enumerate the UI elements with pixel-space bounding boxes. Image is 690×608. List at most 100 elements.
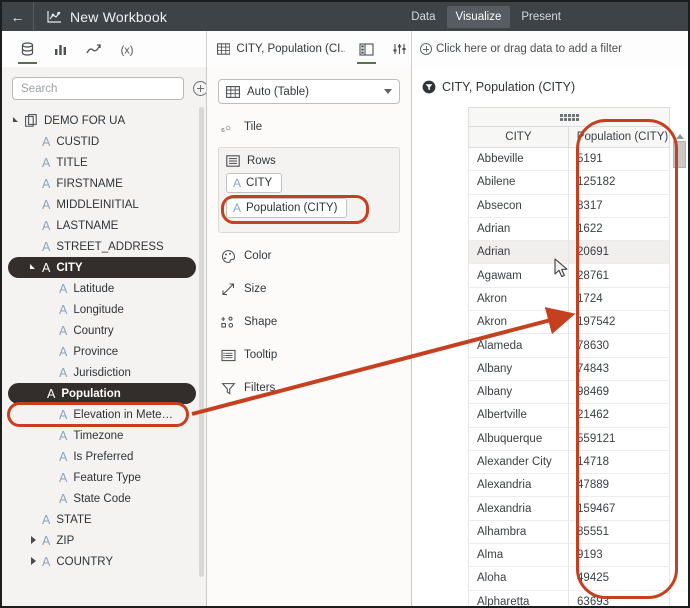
text-field-glyph: A <box>59 428 68 443</box>
table-row[interactable]: Abbeville 5191 <box>468 148 670 172</box>
field-node-middleinitial[interactable]: A MIDDLEINITIAL <box>2 194 206 215</box>
pill-population-city-label: Population (CITY) <box>246 202 338 214</box>
cell-city: Akron <box>468 287 569 312</box>
table-row[interactable]: Adrian 1622 <box>468 217 670 242</box>
cell-population: 14718 <box>568 450 670 475</box>
caret-down-icon[interactable] <box>30 263 39 272</box>
shelf-tooltip-label: Tooltip <box>244 349 278 361</box>
shelf-shape[interactable]: Shape <box>221 312 411 332</box>
text-field-glyph: A <box>42 176 51 191</box>
shelf-tile[interactable]: ₆○ Tile <box>221 117 411 137</box>
field-node-demo-for-ua[interactable]: DEMO FOR UA <box>2 110 206 131</box>
filter-hint[interactable]: Click here or drag data to add a filter <box>420 43 622 55</box>
table-row[interactable]: Albertville 21462 <box>468 404 670 428</box>
table-row[interactable]: Alexandria 47889 <box>468 474 670 498</box>
field-node-latitude[interactable]: A Latitude <box>2 278 206 299</box>
field-node-elevation-in-mete[interactable]: A Elevation in Mete… <box>2 404 206 425</box>
settings-sliders-icon[interactable] <box>386 31 413 67</box>
filter-shelf[interactable]: Click here or drag data to add a filter <box>412 31 688 67</box>
field-node-state[interactable]: A STATE <box>2 509 206 530</box>
shelf-filters-label: Filters <box>244 382 276 394</box>
field-node-province[interactable]: A Province <box>2 341 206 362</box>
table-row[interactable]: Alma 9193 <box>468 544 670 568</box>
tile-icon: ₆○ <box>221 123 231 134</box>
table-row[interactable]: Akron 197542 <box>468 311 670 335</box>
field-node-country[interactable]: A Country <box>2 320 206 341</box>
svg-text:(x): (x) <box>120 44 133 56</box>
shelf-filters[interactable]: Filters <box>221 378 411 398</box>
filter-funnel-icon <box>221 382 236 395</box>
cell-population: 85551 <box>568 520 670 545</box>
marks-shelf-panel: Auto (Table) ₆○ Tile Rows A CITY A Popul… <box>207 67 412 606</box>
mark-type-select[interactable]: Auto (Table) <box>218 79 400 104</box>
shelf-tooltip[interactable]: Tooltip <box>221 345 411 365</box>
field-node-state-code[interactable]: A State Code <box>2 488 206 509</box>
table-row[interactable]: Adrian 20691 <box>468 241 670 265</box>
table-row[interactable]: Aloha 49425 <box>468 567 670 591</box>
rows-icon <box>226 155 240 167</box>
field-node-jurisdiction[interactable]: A Jurisdiction <box>2 362 206 383</box>
table-row[interactable]: Albany 74843 <box>468 357 670 381</box>
sheet-tab[interactable]: CITY, Population (CI... <box>217 31 345 67</box>
text-field-glyph: A <box>59 449 68 464</box>
trend-line-icon[interactable] <box>80 31 107 67</box>
field-node-custid[interactable]: A CUSTID <box>2 131 206 152</box>
text-field-glyph: A <box>42 134 51 149</box>
field-node-firstname[interactable]: A FIRSTNAME <box>2 173 206 194</box>
nav-tab-visualize[interactable]: Visualize <box>446 5 511 28</box>
text-field-glyph: A <box>42 533 51 548</box>
caret-right-icon[interactable] <box>30 557 39 566</box>
table-vertical-scrollbar[interactable] <box>673 129 686 604</box>
field-node-longitude[interactable]: A Longitude <box>2 299 206 320</box>
pill-population-city[interactable]: A Population (CITY) <box>226 198 348 218</box>
nav-tab-data[interactable]: Data <box>402 6 444 28</box>
field-node-feature-type[interactable]: A Feature Type <box>2 467 206 488</box>
rows-shelf[interactable]: Rows A CITY A Population (CITY) <box>218 147 400 233</box>
cell-city: Adrian <box>468 217 569 242</box>
table-row[interactable]: Alexandria 159467 <box>468 497 670 521</box>
table-row[interactable]: Alpharetta 63693 <box>468 590 670 606</box>
table-row[interactable]: Albany 98469 <box>468 380 670 405</box>
field-node-population[interactable]: A Population <box>8 383 196 404</box>
field-node-city[interactable]: A CITY <box>8 257 196 278</box>
pill-city[interactable]: A CITY <box>226 173 283 193</box>
field-node-timezone[interactable]: A Timezone <box>2 425 206 446</box>
table-row[interactable]: Alameda 78630 <box>468 334 670 358</box>
table-drag-handle[interactable] <box>468 107 670 126</box>
chevron-down-icon <box>384 89 392 94</box>
database-icon[interactable] <box>14 31 41 67</box>
field-node-lastname[interactable]: A LASTNAME <box>2 215 206 236</box>
sidebar-scrollbar[interactable] <box>199 107 204 577</box>
field-node-country[interactable]: A COUNTRY <box>2 551 206 572</box>
text-field-glyph: A <box>59 344 68 359</box>
column-header-city[interactable]: CITY <box>468 126 568 148</box>
back-button[interactable]: ← <box>2 2 34 31</box>
layout-panel-icon[interactable] <box>353 31 380 67</box>
field-node-is-preferred[interactable]: A Is Preferred <box>2 446 206 467</box>
nav-tab-present[interactable]: Present <box>512 6 570 28</box>
scroll-up-arrow-icon[interactable] <box>673 129 686 141</box>
table-row[interactable]: Agawam 28761 <box>468 264 670 288</box>
field-node-zip[interactable]: A ZIP <box>2 530 206 551</box>
table-row[interactable]: Akron 1724 <box>468 287 670 312</box>
table-row[interactable]: Alhambra 85551 <box>468 520 670 545</box>
caret-down-icon[interactable] <box>13 116 22 125</box>
field-tree: DEMO FOR UA A CUSTID A TITLE A FIRSTNAME A MIDDL… <box>2 108 206 572</box>
table-row[interactable]: Abilene 125182 <box>468 171 670 195</box>
add-circle-icon[interactable] <box>193 81 206 96</box>
field-node-title[interactable]: A TITLE <box>2 152 206 173</box>
calculation-fx-icon[interactable]: (x) <box>113 31 140 67</box>
vertical-scrollbar-thumb[interactable] <box>673 141 686 168</box>
table-row[interactable]: Absecon 8317 <box>468 194 670 218</box>
shelf-color[interactable]: Color <box>221 246 411 266</box>
search-input[interactable] <box>12 77 184 100</box>
table-row[interactable]: Alexander City 14718 <box>468 450 670 475</box>
column-header-population[interactable]: Population (CITY) <box>567 126 670 148</box>
table-row[interactable]: Albuquerque 559121 <box>468 427 670 451</box>
caret-right-icon[interactable] <box>30 536 39 545</box>
text-field-glyph: A <box>59 281 68 296</box>
field-node-street-address[interactable]: A STREET_ADDRESS <box>2 236 206 257</box>
shelf-size[interactable]: Size <box>221 279 411 299</box>
cell-population: 98469 <box>568 380 670 405</box>
bar-chart-icon[interactable] <box>47 31 74 67</box>
